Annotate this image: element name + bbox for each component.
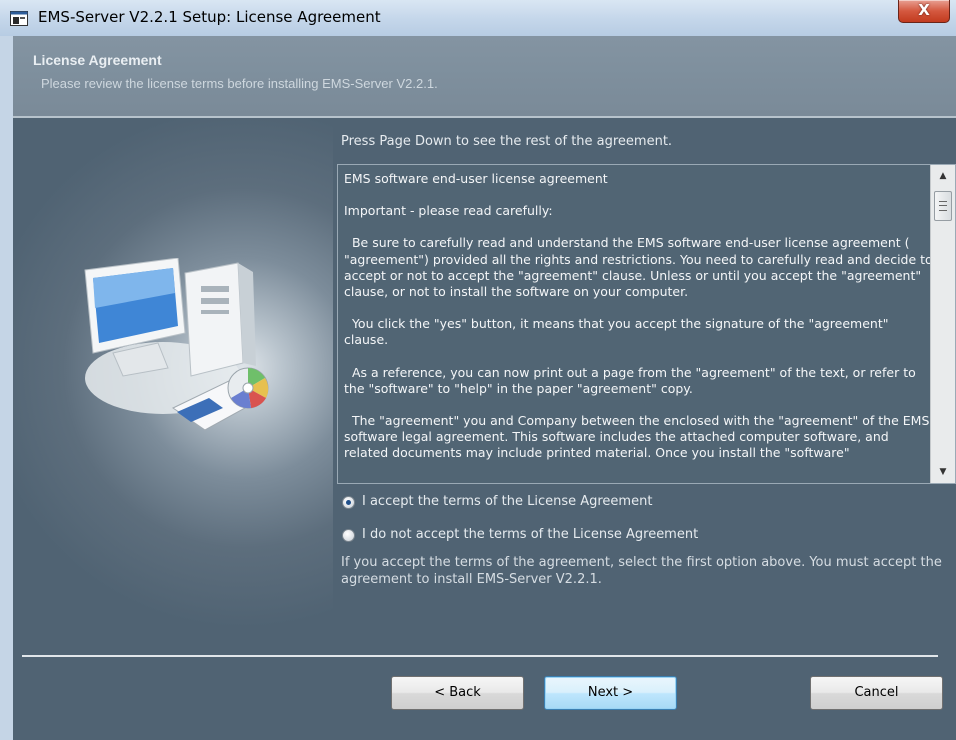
page-subtitle: Please review the license terms before i… — [41, 76, 438, 91]
computer-cd-illustration — [84, 258, 269, 431]
accept-radio-label[interactable]: I accept the terms of the License Agreem… — [362, 494, 652, 509]
window-title: EMS-Server V2.2.1 Setup: License Agreeme… — [38, 8, 381, 26]
title-bar[interactable]: EMS-Server V2.2.1 Setup: License Agreeme… — [0, 0, 956, 37]
license-text: EMS software end-user license agreement … — [344, 171, 934, 478]
next-button[interactable]: Next > — [544, 676, 677, 710]
license-text-box[interactable]: EMS software end-user license agreement … — [337, 164, 956, 484]
installer-icon — [10, 11, 28, 26]
back-button[interactable]: < Back — [391, 676, 524, 710]
header-panel: License Agreement Please review the lice… — [13, 36, 956, 116]
scroll-up-arrow-icon[interactable]: ▲ — [931, 165, 955, 187]
decline-radio-label[interactable]: I do not accept the terms of the License… — [362, 527, 698, 542]
window-frame-left — [0, 36, 13, 740]
page-title: License Agreement — [33, 52, 162, 68]
license-paragraph: As a reference, you can now print out a … — [344, 364, 920, 396]
license-paragraph: Important - please read carefully: — [344, 203, 553, 219]
page-down-instruction: Press Page Down to see the rest of the a… — [341, 134, 673, 149]
license-scrollbar[interactable]: ▲ ▼ — [930, 165, 955, 483]
scrollbar-thumb[interactable] — [934, 191, 952, 221]
license-paragraph: You click the "yes" button, it means tha… — [344, 316, 893, 348]
close-icon: X — [918, 1, 930, 19]
grip-icon — [939, 201, 947, 211]
accept-info-text: If you accept the terms of the agreement… — [341, 555, 942, 587]
license-paragraph: The "agreement" you and Company between … — [344, 413, 930, 461]
illustration-panel — [13, 118, 333, 638]
scroll-down-arrow-icon[interactable]: ▼ — [931, 461, 955, 483]
license-paragraph: Be sure to carefully read and understand… — [344, 235, 933, 300]
close-button[interactable]: X — [898, 0, 950, 23]
installer-window: EMS-Server V2.2.1 Setup: License Agreeme… — [0, 0, 956, 740]
license-paragraph: EMS software end-user license agreement — [344, 171, 608, 186]
cancel-button[interactable]: Cancel — [810, 676, 943, 710]
accept-radio[interactable] — [342, 496, 355, 509]
decline-radio[interactable] — [342, 529, 355, 542]
footer-divider — [22, 655, 938, 657]
